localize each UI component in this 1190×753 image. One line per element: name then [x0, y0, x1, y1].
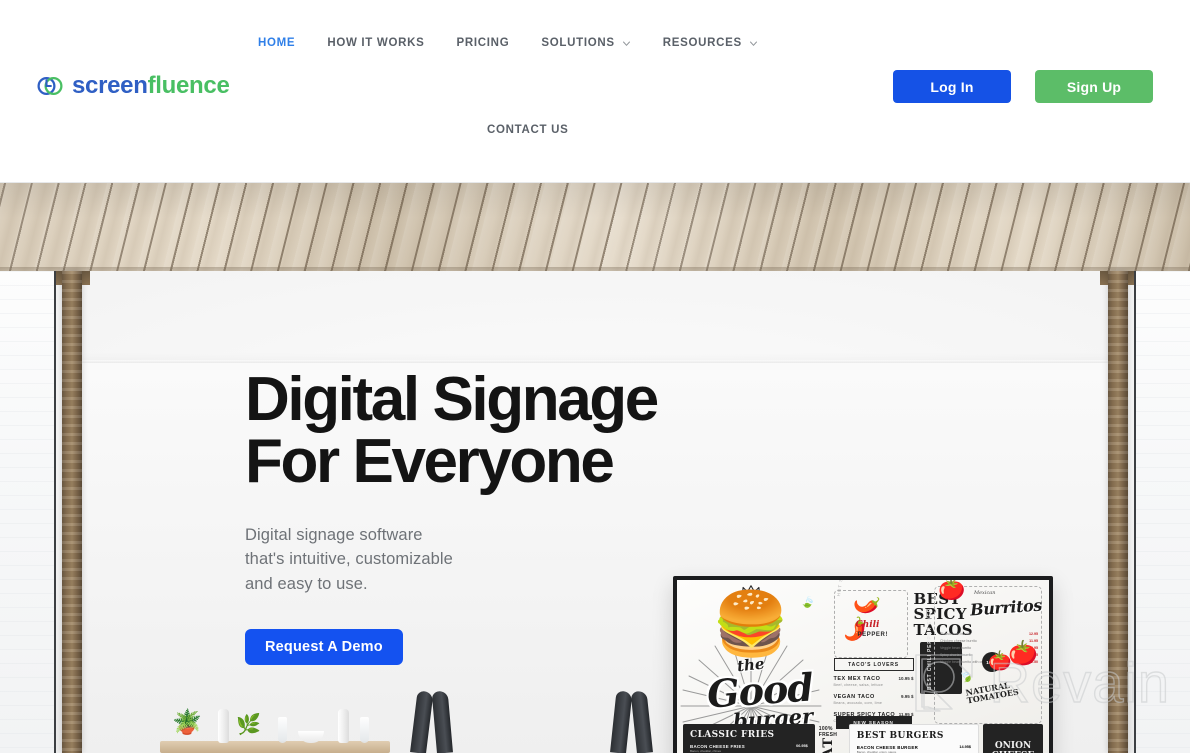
burger-illustration: 🍔 [712, 590, 790, 659]
burger-item-price: 14.95$ [959, 745, 971, 749]
nav-item-home-label: HOME [258, 37, 296, 49]
left-window-column [0, 271, 96, 753]
dining-table-left: 🪴 🌿 [160, 673, 390, 753]
tacos-item: 9.95 $ VEGAN TACO Beans, avocado, corn, … [834, 694, 914, 705]
brand-logo[interactable]: screenfluence [36, 72, 230, 100]
hero-title-line-2: For Everyone [245, 427, 615, 496]
sign-up-button[interactable]: Sign Up [1035, 70, 1153, 103]
nav-item-resources-label: RESOURCES [662, 37, 742, 49]
nav-item-solutions[interactable]: SOLUTIONS [538, 31, 633, 55]
revain-watermark: Revain [912, 651, 1170, 715]
burrito-item-name: Classic beef burrito [939, 632, 971, 636]
burrito-item-price: 12.95 [1028, 632, 1038, 636]
fries-item: BACON CHEESE FRIES Bacon, cheddar, chive… [690, 744, 808, 753]
burger-item: BACON CHEESE BURGER Bacon, cheddar, onio… [857, 745, 971, 753]
header-actions: Log In Sign Up [893, 70, 1153, 103]
glass-decor [278, 717, 287, 743]
hero-section: 🪴 🌿 🌿 🪴 Digital Signage For Everyone Dig… [0, 183, 1190, 753]
screenfluence-logo-icon [36, 72, 64, 100]
primary-navigation-row-2: CONTACT US [484, 118, 572, 142]
chevron-down-icon [622, 39, 631, 48]
nav-item-resources[interactable]: RESOURCES [660, 31, 761, 55]
burrito-item-name: Chicken cheese burrito [939, 639, 977, 643]
hero-subtitle-line-3: and easy to use. [245, 574, 368, 593]
hero-subtitle: Digital signage software that's intuitiv… [245, 523, 675, 596]
hero-title: Digital Signage For Everyone [245, 369, 675, 493]
tacos-item: 10.95 $ TEX MEX TACO Beef, cheese, salsa… [834, 676, 914, 687]
nav-item-contact-us[interactable]: CONTACT US [484, 118, 572, 142]
nav-item-home[interactable]: HOME [255, 31, 298, 55]
plant-decor: 🌿 [236, 714, 261, 736]
fries-panel-title: CLASSIC FRIES [690, 730, 775, 740]
tacos-item-desc: Beef, cheese, salsa, lettuce [833, 683, 884, 687]
left-wood-mullion [62, 271, 82, 753]
classic-fries-panel: CLASSIC FRIES BACON CHEESE FRIES Bacon, … [683, 724, 815, 753]
burger-graphic: 🍔 the Good burger 4 JUNIOR & AMERICAN ES… [680, 585, 822, 753]
best-burgers-panel: BEST BURGERS BACON CHEESE BURGER Bacon, … [848, 724, 979, 753]
chili-sub: PEPPER! [857, 632, 889, 638]
onion-cheese-panel: ONION CHEESE SPECIAL SAUCE [983, 724, 1043, 753]
tacos-banner: TACO'S LOVERS [833, 658, 914, 671]
meat-badge-word: MEAT [821, 737, 836, 753]
hero-copy: Digital Signage For Everyone Digital sig… [245, 369, 675, 665]
hero-subtitle-line-2: that's intuitive, customizable [245, 550, 453, 569]
glass-decor [360, 717, 369, 743]
log-in-button[interactable]: Log In [893, 70, 1011, 103]
site-header: screenfluence HOME HOW IT WORKS PRICING … [0, 0, 1190, 183]
hero-title-line-1: Digital Signage [245, 365, 659, 434]
menu-bottom-strip: CLASSIC FRIES BACON CHEESE FRIES Bacon, … [677, 724, 1049, 753]
brand-name-part-1: screen [72, 72, 148, 99]
left-window-glass [0, 271, 56, 753]
nav-item-how-it-works-label: HOW IT WORKS [327, 37, 425, 49]
fries-item-desc: Bacon, cheddar, chives [690, 749, 722, 753]
revain-watermark-text: Revain [989, 651, 1170, 714]
burrito-pre-label: Mexican [973, 590, 996, 596]
brand-wordmark: screenfluence [72, 74, 230, 98]
burrito-item: Classic beef burrito 12.95 [940, 632, 1038, 636]
fries-item-price: 06.95$ [796, 744, 808, 748]
brand-name-part-2: fluence [147, 72, 230, 99]
chevron-down-icon [749, 39, 758, 48]
tomato-icon: 🍅 [937, 580, 966, 601]
chili-name: Chili [855, 620, 880, 630]
request-a-demo-button[interactable]: Request A Demo [245, 628, 403, 665]
nav-item-solutions-label: SOLUTIONS [541, 37, 615, 49]
revain-logo-icon [914, 654, 973, 712]
ceiling-wood-grain [0, 183, 1190, 271]
table-top [160, 741, 390, 753]
burrito-item-name: Veggie bean burrito [939, 646, 972, 650]
wood-ceiling [0, 183, 1190, 271]
primary-navigation: HOME HOW IT WORKS PRICING SOLUTIONS RESO… [255, 31, 815, 55]
nav-item-pricing[interactable]: PRICING [454, 31, 513, 55]
nav-item-pricing-label: PRICING [456, 37, 510, 49]
vase-decor [338, 709, 349, 743]
tacos-item-desc: Beans, avocado, corn, lime [833, 701, 883, 705]
hero-subtitle-line-1: Digital signage software [245, 526, 423, 544]
nav-item-contact-us-label: CONTACT US [487, 124, 569, 136]
meat-badge: 100% FRESH MEAT [819, 724, 845, 753]
burgers-panel-title: BEST BURGERS [856, 731, 944, 741]
plant-decor: 🪴 [172, 709, 202, 736]
vase-decor [218, 709, 229, 743]
nav-item-how-it-works[interactable]: HOW IT WORKS [324, 31, 427, 55]
